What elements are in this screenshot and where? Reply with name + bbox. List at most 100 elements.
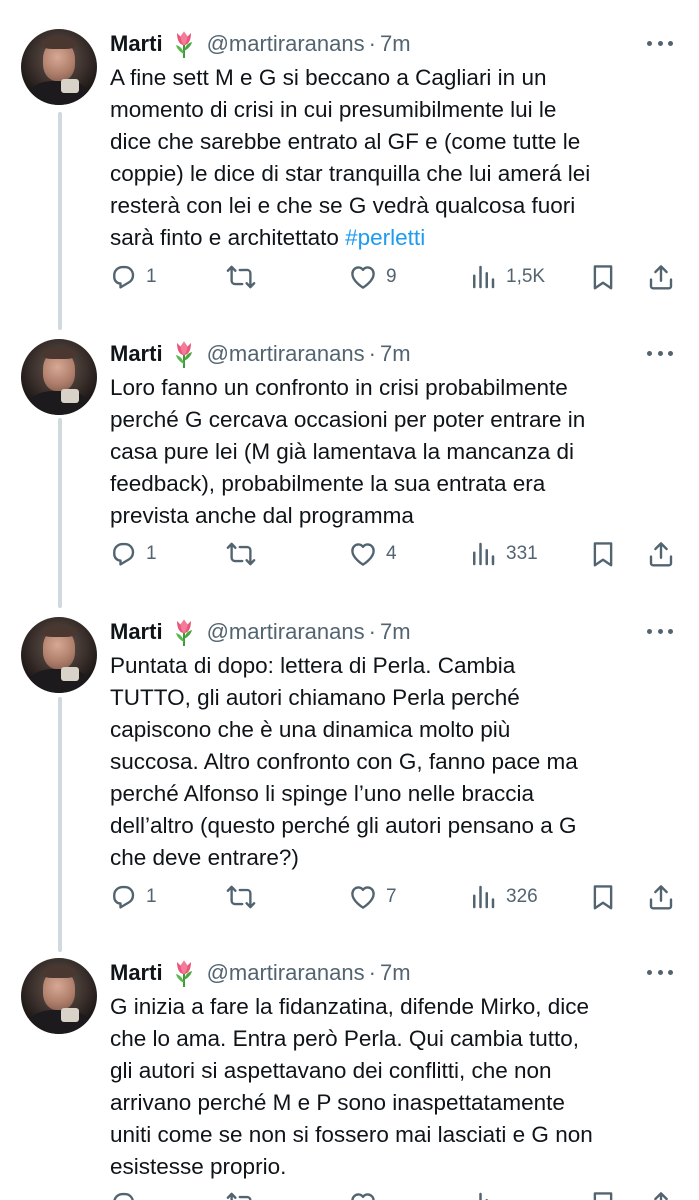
bookmark-icon [588,539,618,569]
reply-button[interactable] [108,1186,138,1200]
separator-dot: · [368,31,376,56]
like-count: 9 [386,266,397,287]
reply-button[interactable]: 1 [108,879,157,915]
tweet-header: Marti @martiraranans · 7m [110,27,670,61]
views-icon [468,539,498,569]
more-icon[interactable] [647,345,673,361]
more-icon[interactable] [647,964,673,980]
avatar[interactable] [21,958,97,1034]
like-button[interactable]: 7 [348,879,397,915]
author-name[interactable]: Marti [110,31,163,57]
tweet-text: G inizia a fare la fidanzatina, difende … [110,994,593,1179]
retweet-icon [226,539,256,569]
action-bar: 1 7 326 [108,879,678,915]
like-button[interactable]: 9 [348,259,397,295]
timestamp[interactable]: 7m [380,619,411,645]
tulip-emoji [171,958,197,988]
author-handle[interactable]: @martiraranans [207,341,365,367]
like-button[interactable]: 4 [348,536,397,572]
like-count: 7 [386,886,397,907]
retweet-button[interactable] [226,879,256,915]
tweet[interactable]: Marti @martiraranans · 7m G inizia a far… [0,958,699,1200]
author-handle[interactable]: @martiraranans [207,960,365,986]
tweet-text: A fine sett M e G si beccano a Cagliari … [110,65,591,250]
bookmark-icon [588,262,618,292]
bookmark-button[interactable] [588,1186,618,1200]
tulip-emoji [171,29,197,59]
action-bar: 1 9 1,5K [108,259,678,295]
reply-count: 1 [146,886,157,907]
share-icon [646,539,676,569]
tulip-emoji [171,339,197,369]
like-button[interactable] [348,1186,378,1200]
views-icon [468,262,498,292]
author-name[interactable]: Marti [110,619,163,645]
share-button[interactable] [646,536,676,572]
reply-icon [108,262,138,292]
bookmark-button[interactable] [588,879,618,915]
share-icon [646,262,676,292]
bookmark-icon [588,882,618,912]
like-icon [348,262,378,292]
tweet[interactable]: Marti @martiraranans · 7m Loro fanno un … [0,339,699,609]
separator-dot: · [368,960,376,985]
reply-button[interactable]: 1 [108,536,157,572]
like-icon [348,539,378,569]
views-icon [468,882,498,912]
bookmark-button[interactable] [588,259,618,295]
tweet-header: Marti @martiraranans · 7m [110,337,670,371]
reply-button[interactable]: 1 [108,259,157,295]
tweet[interactable]: Marti @martiraranans · 7m A fine sett M … [0,29,699,329]
avatar[interactable] [21,29,97,105]
reply-count: 1 [146,266,157,287]
separator-dot: · [368,619,376,644]
tweet-header: Marti @martiraranans · 7m [110,615,670,649]
more-icon[interactable] [647,35,673,51]
views-count: 1,5K [506,266,546,287]
views-count: 331 [506,543,538,564]
like-count: 4 [386,543,397,564]
like-icon [348,1189,378,1200]
hashtag-link[interactable]: #perletti [345,225,425,250]
tweet-text: Loro fanno un confronto in crisi probabi… [110,375,586,528]
views-button[interactable]: 1,5K [468,259,545,295]
author-name[interactable]: Marti [110,341,163,367]
timestamp[interactable]: 7m [380,960,411,986]
tweet[interactable]: Marti @martiraranans · 7m Puntata di dop… [0,617,699,947]
share-button[interactable] [646,879,676,915]
retweet-button[interactable] [226,259,256,295]
views-icon [468,1189,498,1200]
retweet-icon [226,882,256,912]
views-button[interactable] [468,1186,498,1200]
bookmark-icon [588,1189,618,1200]
share-button[interactable] [646,1186,676,1200]
views-button[interactable]: 326 [468,879,538,915]
bookmark-button[interactable] [588,536,618,572]
views-count: 326 [506,886,538,907]
share-button[interactable] [646,259,676,295]
share-icon [646,1189,676,1200]
author-handle[interactable]: @martiraranans [207,619,365,645]
timestamp[interactable]: 7m [380,31,411,57]
retweet-button[interactable] [226,1186,256,1200]
author-name[interactable]: Marti [110,960,163,986]
views-button[interactable]: 331 [468,536,538,572]
like-icon [348,882,378,912]
reply-icon [108,882,138,912]
avatar[interactable] [21,339,97,415]
author-handle[interactable]: @martiraranans [207,31,365,57]
tweet-header: Marti @martiraranans · 7m [110,958,670,990]
reply-count: 1 [146,543,157,564]
action-bar [108,1186,678,1200]
more-icon[interactable] [647,623,673,639]
reply-icon [108,539,138,569]
retweet-icon [226,1189,256,1200]
tulip-emoji [171,617,197,647]
retweet-icon [226,262,256,292]
tweet-text: Puntata di dopo: lettera di Perla. Cambi… [110,653,578,870]
retweet-button[interactable] [226,536,256,572]
timestamp[interactable]: 7m [380,341,411,367]
avatar[interactable] [21,617,97,693]
share-icon [646,882,676,912]
separator-dot: · [368,341,376,366]
